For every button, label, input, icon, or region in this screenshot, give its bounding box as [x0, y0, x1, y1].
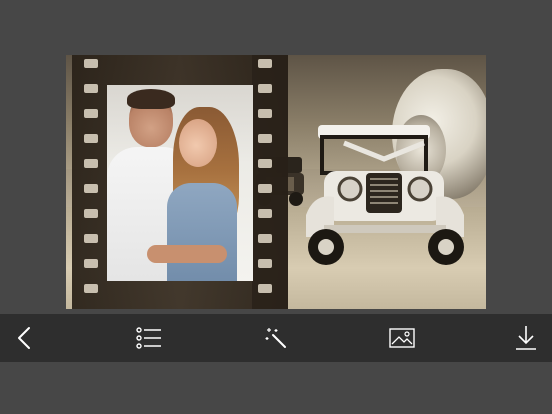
image-icon — [389, 328, 415, 348]
magic-wand-icon — [265, 328, 286, 348]
change-background-button[interactable] — [378, 314, 426, 362]
save-download-button[interactable] — [502, 314, 550, 362]
frames-list-button[interactable] — [125, 314, 173, 362]
background-vintage-car-large — [306, 125, 464, 265]
bottom-empty-area — [0, 362, 552, 414]
film-sprocket-holes-left — [84, 59, 98, 309]
user-photo-slot[interactable] — [107, 85, 253, 281]
bottom-toolbar — [0, 314, 552, 362]
frame-preview-canvas[interactable] — [66, 55, 486, 309]
download-icon — [516, 326, 536, 350]
back-chevron-icon — [18, 327, 30, 349]
back-button[interactable] — [0, 314, 48, 362]
effects-button[interactable] — [252, 314, 300, 362]
photo-frame-editor-screen — [0, 0, 552, 414]
list-icon — [136, 327, 161, 349]
film-sprocket-holes-right — [258, 59, 272, 309]
